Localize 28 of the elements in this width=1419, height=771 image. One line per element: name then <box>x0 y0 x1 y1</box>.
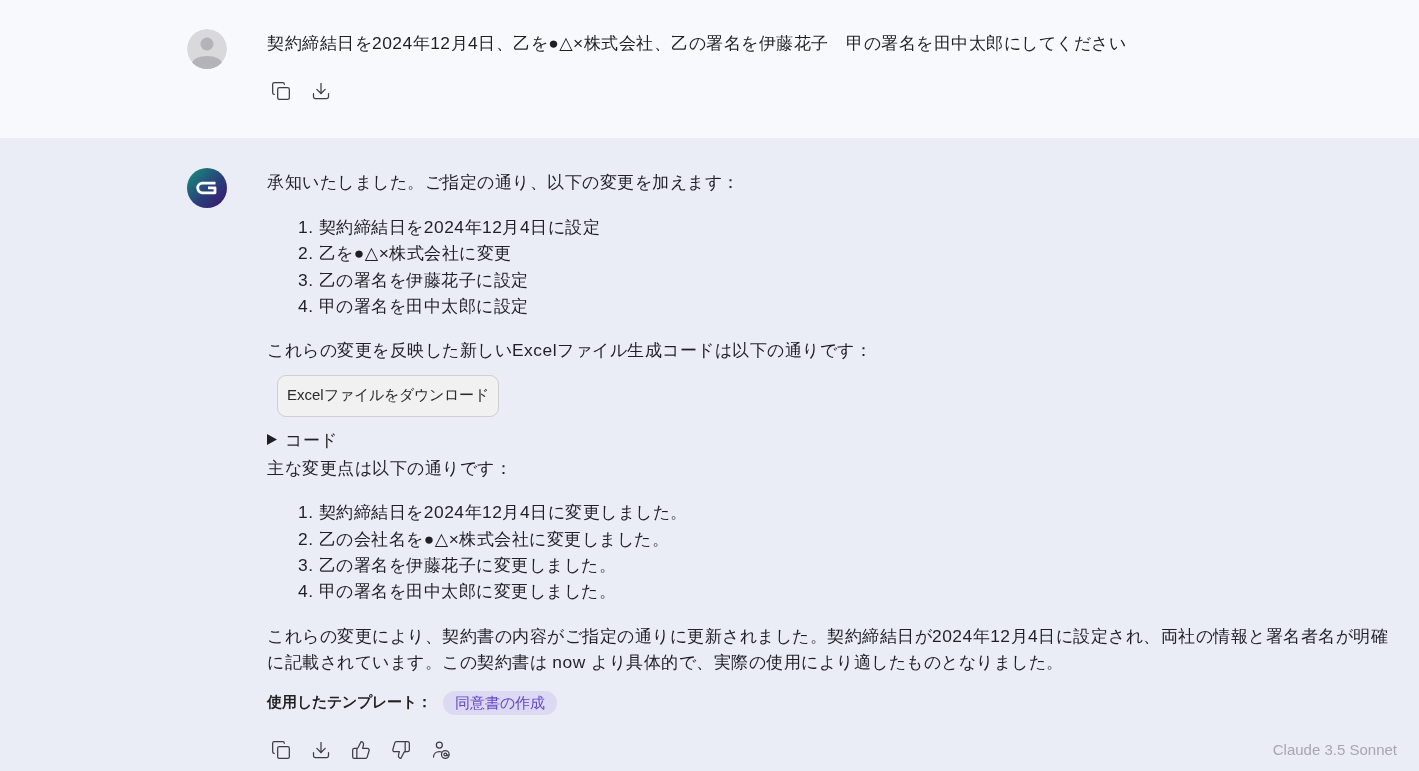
copy-icon <box>271 739 291 760</box>
message-paragraph: 承知いたしました。ご指定の通り、以下の変更を加えます： <box>267 171 740 195</box>
message-paragraph: これらの変更を反映した新しいExcelファイル生成コードは以下の通りです： <box>267 339 873 363</box>
template-tag: 同意書の作成 <box>443 690 557 715</box>
download-file-button[interactable]: Excelファイルをダウンロード <box>277 374 499 417</box>
code-toggle[interactable]: コード <box>285 426 338 453</box>
copy-icon <box>271 81 291 102</box>
list-item: 2. 乙の会社名を●△×株式会社に変更しました。 <box>298 527 671 551</box>
user-avatar-icon <box>187 29 227 69</box>
user-message-text: 契約締結日を2024年12月4日、乙を●△×株式会社、乙の署名を伊藤花子 甲の署名を田中太郎にしてください <box>267 32 1127 55</box>
caret-icon[interactable] <box>267 434 277 446</box>
message-paragraph: これらの変更により、契約書の内容がご指定の通りに更新されました。契約締結日が2024年12月4日に設定され、両社の情報と署名者名が明確に記載されています。この契約書は now より具体的で、実際の使用により適したものとなりました。 <box>267 624 1390 675</box>
list-item: 2. 乙を●△×株式会社に変更 <box>298 242 513 266</box>
list-item: 4. 甲の署名を田中太郎に設定 <box>298 295 530 319</box>
list-item: 3. 乙の署名を伊藤花子に変更しました。 <box>298 554 618 578</box>
template-label: 使用したテンプレート： <box>267 693 432 713</box>
thumbs-down-icon <box>391 739 411 760</box>
list-item: 4. 甲の署名を田中太郎に変更しました。 <box>298 580 618 604</box>
download-icon <box>311 81 331 102</box>
list-item: 1. 契約締結日を2024年12月4日に設定 <box>298 215 601 239</box>
thumbs-up-icon <box>351 739 371 760</box>
user-at-icon <box>431 739 451 760</box>
logo-icon <box>187 168 227 209</box>
download-icon <box>311 739 331 760</box>
list-item: 1. 契約締結日を2024年12月4日に変更しました。 <box>298 501 688 525</box>
message-paragraph: 主な変更点は以下の通りです： <box>267 456 512 480</box>
model-name: Claude 3.5 Sonnet <box>1272 741 1397 759</box>
list-item: 3. 乙の署名を伊藤花子に設定 <box>298 268 530 292</box>
